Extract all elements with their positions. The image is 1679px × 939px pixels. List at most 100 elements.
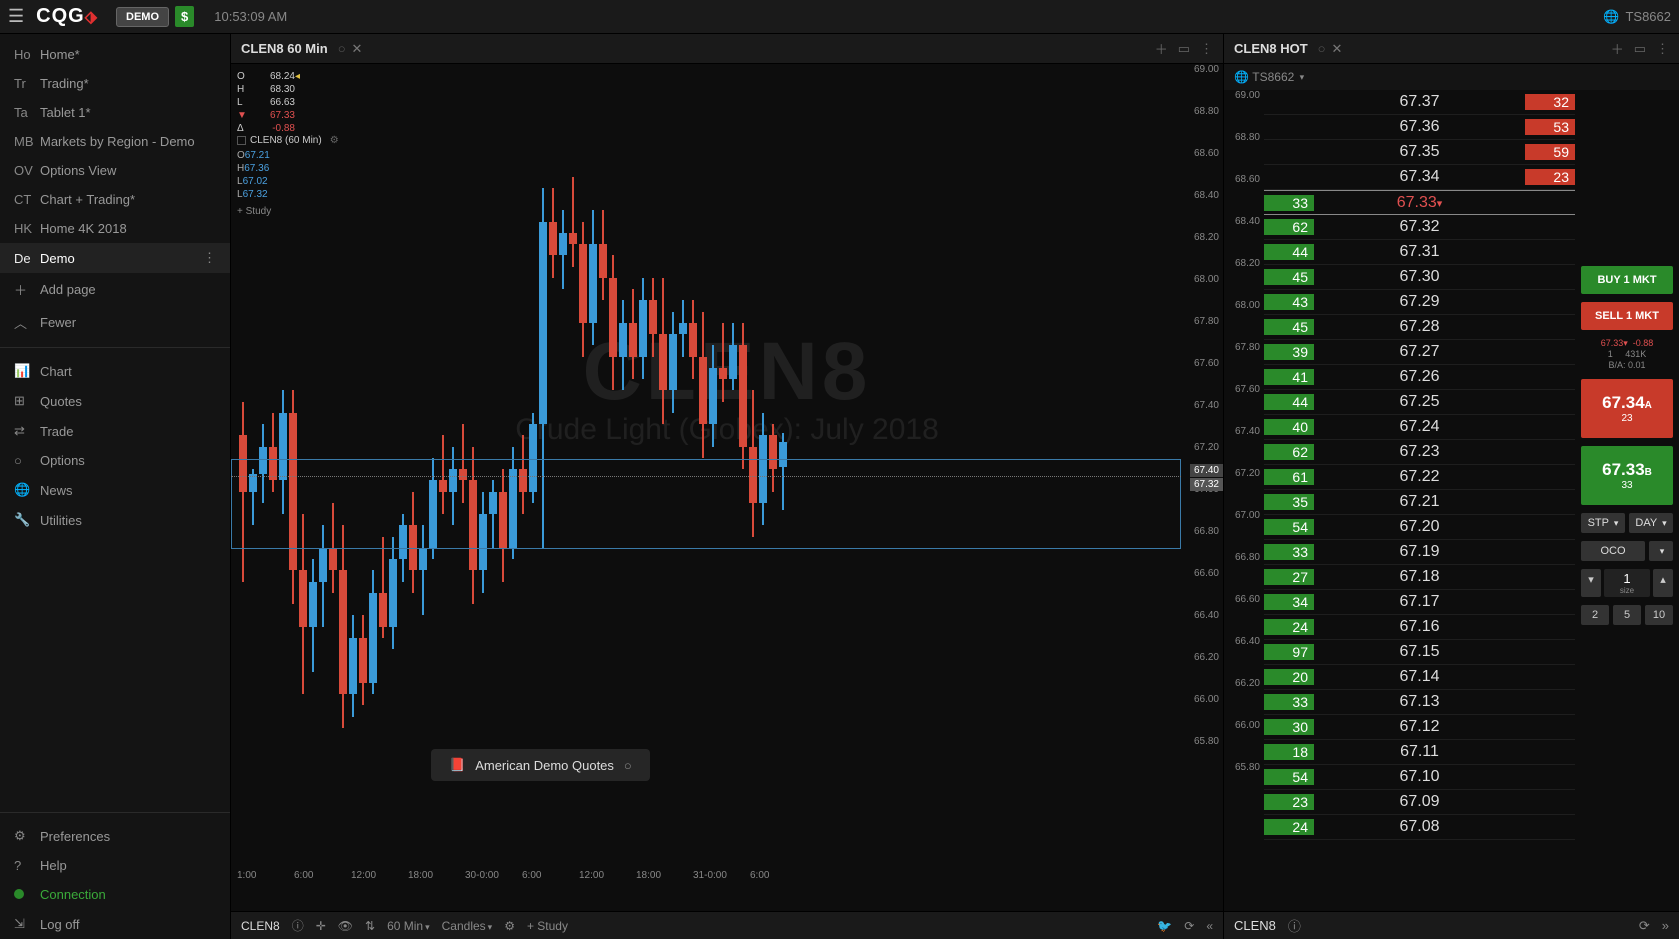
sidebar-tool-quotes[interactable]: ⊞Quotes: [0, 386, 230, 416]
dom-row[interactable]: 4567.30: [1264, 265, 1575, 290]
sidebar-page-ta[interactable]: TaTablet 1*: [0, 98, 230, 127]
sidebar-tool-options[interactable]: ○Options: [0, 446, 230, 475]
add-tab-icon[interactable]: ＋: [1155, 39, 1168, 58]
sidebar-page-tr[interactable]: TrTrading*: [0, 69, 230, 98]
info-icon[interactable]: ⓘ: [1288, 916, 1301, 935]
refresh-icon[interactable]: ⟳: [1184, 919, 1194, 933]
dom-row[interactable]: 2067.14: [1264, 665, 1575, 690]
sell-mkt-button[interactable]: SELL 1 MKT: [1581, 302, 1673, 330]
sidebar-page-ct[interactable]: CTChart + Trading*: [0, 185, 230, 214]
sidebar-page-ov[interactable]: OVOptions View: [0, 156, 230, 185]
hot-tab-title[interactable]: CLEN8 HOT: [1234, 41, 1308, 56]
chart-tab-title[interactable]: CLEN8 60 Min: [241, 41, 328, 56]
dom-row[interactable]: 5467.20: [1264, 515, 1575, 540]
add-tab-icon[interactable]: ＋: [1611, 39, 1624, 58]
demo-badge[interactable]: DEMO: [116, 7, 169, 27]
dom-row[interactable]: 6267.32: [1264, 215, 1575, 240]
updown-icon[interactable]: ⇅: [365, 919, 375, 933]
help-button[interactable]: ?Help: [0, 851, 230, 880]
menu-icon[interactable]: ☰: [8, 6, 24, 27]
dom-row[interactable]: 3367.19: [1264, 540, 1575, 565]
tab-pin-icon[interactable]: ○: [1318, 41, 1326, 56]
dom-row[interactable]: 1867.11: [1264, 740, 1575, 765]
sidebar-page-de[interactable]: DeDemo⋮: [0, 243, 230, 273]
order-type-select[interactable]: STP ▾: [1581, 513, 1625, 533]
dom-row[interactable]: 3467.17: [1264, 590, 1575, 615]
dom-row[interactable]: 2767.18: [1264, 565, 1575, 590]
dom-row[interactable]: 67.3423: [1264, 165, 1575, 190]
collapse-icon[interactable]: «: [1206, 919, 1213, 933]
dom-row[interactable]: 5467.10: [1264, 765, 1575, 790]
dom-row[interactable]: 4367.29: [1264, 290, 1575, 315]
bid-tile[interactable]: 67.33B 33: [1581, 446, 1673, 505]
dom-row[interactable]: 2467.16: [1264, 615, 1575, 640]
dom-row[interactable]: 67.3732: [1264, 90, 1575, 115]
settings-icon[interactable]: ⚙: [504, 919, 515, 933]
hot-footer-symbol[interactable]: CLEN8: [1234, 918, 1276, 933]
info-icon[interactable]: ⓘ: [292, 917, 304, 934]
tab-close-icon[interactable]: ✕: [352, 41, 363, 57]
qty-increment[interactable]: ▴: [1653, 569, 1673, 597]
qty-preset-1[interactable]: 2: [1581, 605, 1609, 625]
dom-row[interactable]: 4067.24: [1264, 415, 1575, 440]
oco-dropdown[interactable]: ▾: [1649, 541, 1673, 561]
sidebar-tool-utilities[interactable]: 🔧Utilities: [0, 505, 230, 535]
dom-row[interactable]: 4467.25: [1264, 390, 1575, 415]
crosshair-icon[interactable]: ✛: [316, 919, 326, 933]
preferences-button[interactable]: ⚙Preferences: [0, 821, 230, 851]
dollar-button[interactable]: $: [175, 6, 194, 27]
dom-row[interactable]: 6167.22: [1264, 465, 1575, 490]
tab-pin-icon[interactable]: ○: [338, 41, 346, 56]
maximize-icon[interactable]: ▭: [1178, 41, 1190, 57]
dom-row[interactable]: 3367.33▾: [1264, 190, 1575, 215]
account-selector[interactable]: 🌐 TS8662 ▾: [1224, 64, 1679, 90]
dom-row[interactable]: 4567.28: [1264, 315, 1575, 340]
fewer-button[interactable]: ︿Fewer: [0, 306, 230, 339]
dom-row[interactable]: 2467.08: [1264, 815, 1575, 840]
connection-status[interactable]: Connection: [0, 880, 230, 909]
maximize-icon[interactable]: ▭: [1634, 41, 1646, 57]
notification-toast[interactable]: 📕 American Demo Quotes ○: [431, 749, 650, 781]
eye-icon[interactable]: 👁: [338, 919, 353, 933]
dom-row[interactable]: 3567.21: [1264, 490, 1575, 515]
ask-tile[interactable]: 67.34A 23: [1581, 379, 1673, 438]
sidebar-page-ho[interactable]: HoHome*: [0, 40, 230, 69]
dom-row[interactable]: 3367.13: [1264, 690, 1575, 715]
dom-row[interactable]: 9767.15: [1264, 640, 1575, 665]
dom-row[interactable]: 3967.27: [1264, 340, 1575, 365]
expand-icon[interactable]: »: [1662, 918, 1669, 934]
panel-menu-icon[interactable]: ⋮: [1200, 41, 1213, 57]
sidebar-tool-chart[interactable]: 📊Chart: [0, 356, 230, 386]
qty-decrement[interactable]: ▾: [1581, 569, 1601, 597]
charttype-select[interactable]: Candles▾: [442, 919, 493, 933]
sidebar-page-mb[interactable]: MBMarkets by Region - Demo: [0, 127, 230, 156]
sidebar-tool-news[interactable]: 🌐News: [0, 475, 230, 505]
sidebar-page-hk[interactable]: HKHome 4K 2018: [0, 214, 230, 243]
user-label[interactable]: TS8662: [1625, 9, 1671, 24]
qty-preset-3[interactable]: 10: [1645, 605, 1673, 625]
refresh-icon[interactable]: ⟳: [1639, 918, 1650, 934]
sidebar-tool-trade[interactable]: ⇄Trade: [0, 416, 230, 446]
toast-dismiss-icon[interactable]: ○: [624, 758, 632, 773]
timeframe-select[interactable]: 60 Min▾: [387, 919, 430, 933]
dom-row[interactable]: 6267.23: [1264, 440, 1575, 465]
add-page-button[interactable]: ＋Add page: [0, 273, 230, 306]
dom-row[interactable]: 4167.26: [1264, 365, 1575, 390]
chart-area[interactable]: O68.24◂ H68.30 L66.63 ▼67.33 Δ-0.88 CLEN…: [231, 64, 1223, 911]
qty-preset-2[interactable]: 5: [1613, 605, 1641, 625]
qty-input[interactable]: 1size: [1604, 569, 1650, 597]
logoff-button[interactable]: ⇲Log off: [0, 909, 230, 939]
panel-menu-icon[interactable]: ⋮: [1656, 41, 1669, 57]
buy-mkt-button[interactable]: BUY 1 MKT: [1581, 266, 1673, 294]
dom-ladder[interactable]: 67.373267.365367.355967.34233367.33▾6267…: [1264, 90, 1575, 911]
dom-row[interactable]: 2367.09: [1264, 790, 1575, 815]
share-icon[interactable]: 🐦: [1157, 919, 1172, 933]
dom-row[interactable]: 3067.12: [1264, 715, 1575, 740]
duration-select[interactable]: DAY ▾: [1629, 513, 1673, 533]
footer-symbol[interactable]: CLEN8: [241, 919, 280, 933]
dom-row[interactable]: 67.3653: [1264, 115, 1575, 140]
footer-add-study[interactable]: + Study: [527, 919, 568, 933]
tab-close-icon[interactable]: ✕: [1332, 41, 1343, 57]
dom-row[interactable]: 67.3559: [1264, 140, 1575, 165]
time-axis[interactable]: 1:006:0012:0018:0030-0:006:0012:0018:003…: [231, 863, 1181, 883]
